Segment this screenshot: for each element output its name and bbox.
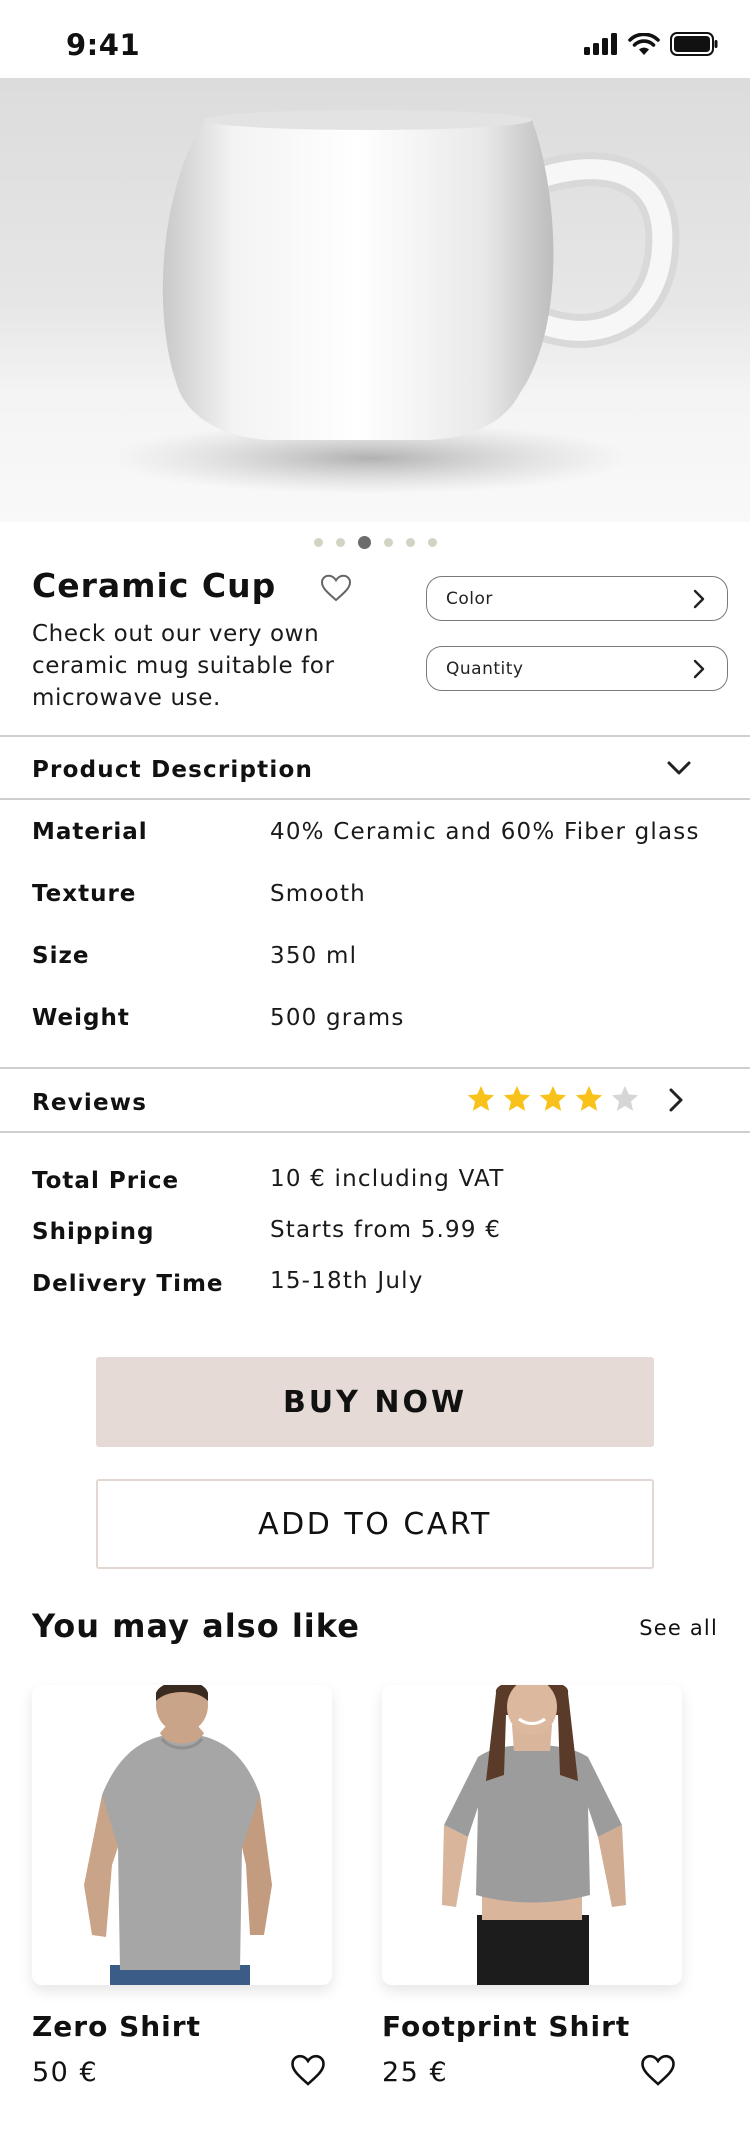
divider xyxy=(0,735,750,737)
man-gray-tshirt-image xyxy=(32,1685,332,1985)
status-time: 9:41 xyxy=(66,28,141,62)
delivery-value: 15-18th July xyxy=(270,1268,424,1294)
divider xyxy=(0,1067,750,1069)
favorite-button[interactable] xyxy=(290,2054,326,2090)
quantity-select[interactable]: Quantity xyxy=(426,646,728,691)
spec-value: 40% Ceramic and 60% Fiber glass xyxy=(270,819,700,845)
spec-value: 500 grams xyxy=(270,1005,405,1031)
shipping-label: Shipping xyxy=(32,1219,155,1245)
chevron-down-icon xyxy=(667,761,691,775)
reviews-heading[interactable]: Reviews xyxy=(32,1090,147,1116)
heart-icon xyxy=(641,2054,675,2086)
product-image[interactable] xyxy=(0,78,750,522)
favorite-button[interactable] xyxy=(640,2054,676,2090)
spec-value: Smooth xyxy=(270,881,366,907)
chevron-right-icon xyxy=(669,1088,683,1112)
pager-dot[interactable] xyxy=(383,538,393,547)
color-select-label: Color xyxy=(446,588,493,609)
chevron-right-icon xyxy=(693,659,705,678)
pager-dot[interactable] xyxy=(313,538,323,547)
recommendations-heading: You may also like xyxy=(32,1607,360,1645)
spec-value: 350 ml xyxy=(270,943,358,969)
product-description: Check out our very own ceramic mug suita… xyxy=(32,621,335,711)
pager-dot-active[interactable] xyxy=(357,536,371,549)
favorite-button[interactable] xyxy=(320,574,352,606)
pager-dot[interactable] xyxy=(405,538,415,547)
product-description-heading[interactable]: Product Description xyxy=(32,757,313,783)
color-select[interactable]: Color xyxy=(426,576,728,621)
heart-icon xyxy=(291,2054,325,2086)
buy-now-button[interactable]: BUY NOW xyxy=(96,1357,654,1447)
spec-label: Texture xyxy=(32,881,137,907)
star-filled-icon xyxy=(575,1085,603,1111)
spec-label: Weight xyxy=(32,1005,130,1031)
divider xyxy=(0,1131,750,1133)
status-bar: 9:41 xyxy=(0,0,750,80)
product-card-price: 50 € xyxy=(32,2057,99,2088)
pager-dot[interactable] xyxy=(427,538,437,547)
star-empty-icon xyxy=(611,1085,639,1111)
see-all-link[interactable]: See all xyxy=(639,1616,718,1640)
product-card-name[interactable]: Footprint Shirt xyxy=(382,2010,630,2043)
image-pager[interactable] xyxy=(0,536,750,549)
rating-stars xyxy=(466,1084,640,1114)
product-card[interactable] xyxy=(382,1685,682,1985)
quantity-select-label: Quantity xyxy=(446,658,524,679)
spec-label: Size xyxy=(32,943,90,969)
product-title: Ceramic Cup xyxy=(32,566,277,605)
reviews-link[interactable] xyxy=(668,1087,684,1117)
spec-label: Material xyxy=(32,819,148,845)
divider xyxy=(0,798,750,800)
product-card-name[interactable]: Zero Shirt xyxy=(32,2010,201,2043)
price-label: Total Price xyxy=(32,1168,180,1194)
star-filled-icon xyxy=(467,1085,495,1111)
product-card[interactable] xyxy=(32,1685,332,1985)
chevron-right-icon xyxy=(693,589,705,608)
heart-icon xyxy=(320,574,352,602)
ceramic-cup-illustration xyxy=(110,110,680,494)
wifi-icon xyxy=(628,32,660,55)
shipping-value: Starts from 5.99 € xyxy=(270,1217,502,1243)
pager-dot[interactable] xyxy=(335,538,345,547)
delivery-label: Delivery Time xyxy=(32,1271,224,1297)
woman-gray-tshirt-image xyxy=(382,1685,682,1985)
price-value: 10 € including VAT xyxy=(270,1166,505,1192)
add-to-cart-button[interactable]: ADD TO CART xyxy=(96,1479,654,1569)
status-icons xyxy=(584,32,718,56)
star-filled-icon xyxy=(503,1085,531,1111)
star-filled-icon xyxy=(539,1085,567,1111)
product-card-price: 25 € xyxy=(382,2057,449,2088)
battery-icon xyxy=(670,32,718,56)
signal-icon xyxy=(584,33,617,55)
collapse-toggle[interactable] xyxy=(667,760,691,779)
